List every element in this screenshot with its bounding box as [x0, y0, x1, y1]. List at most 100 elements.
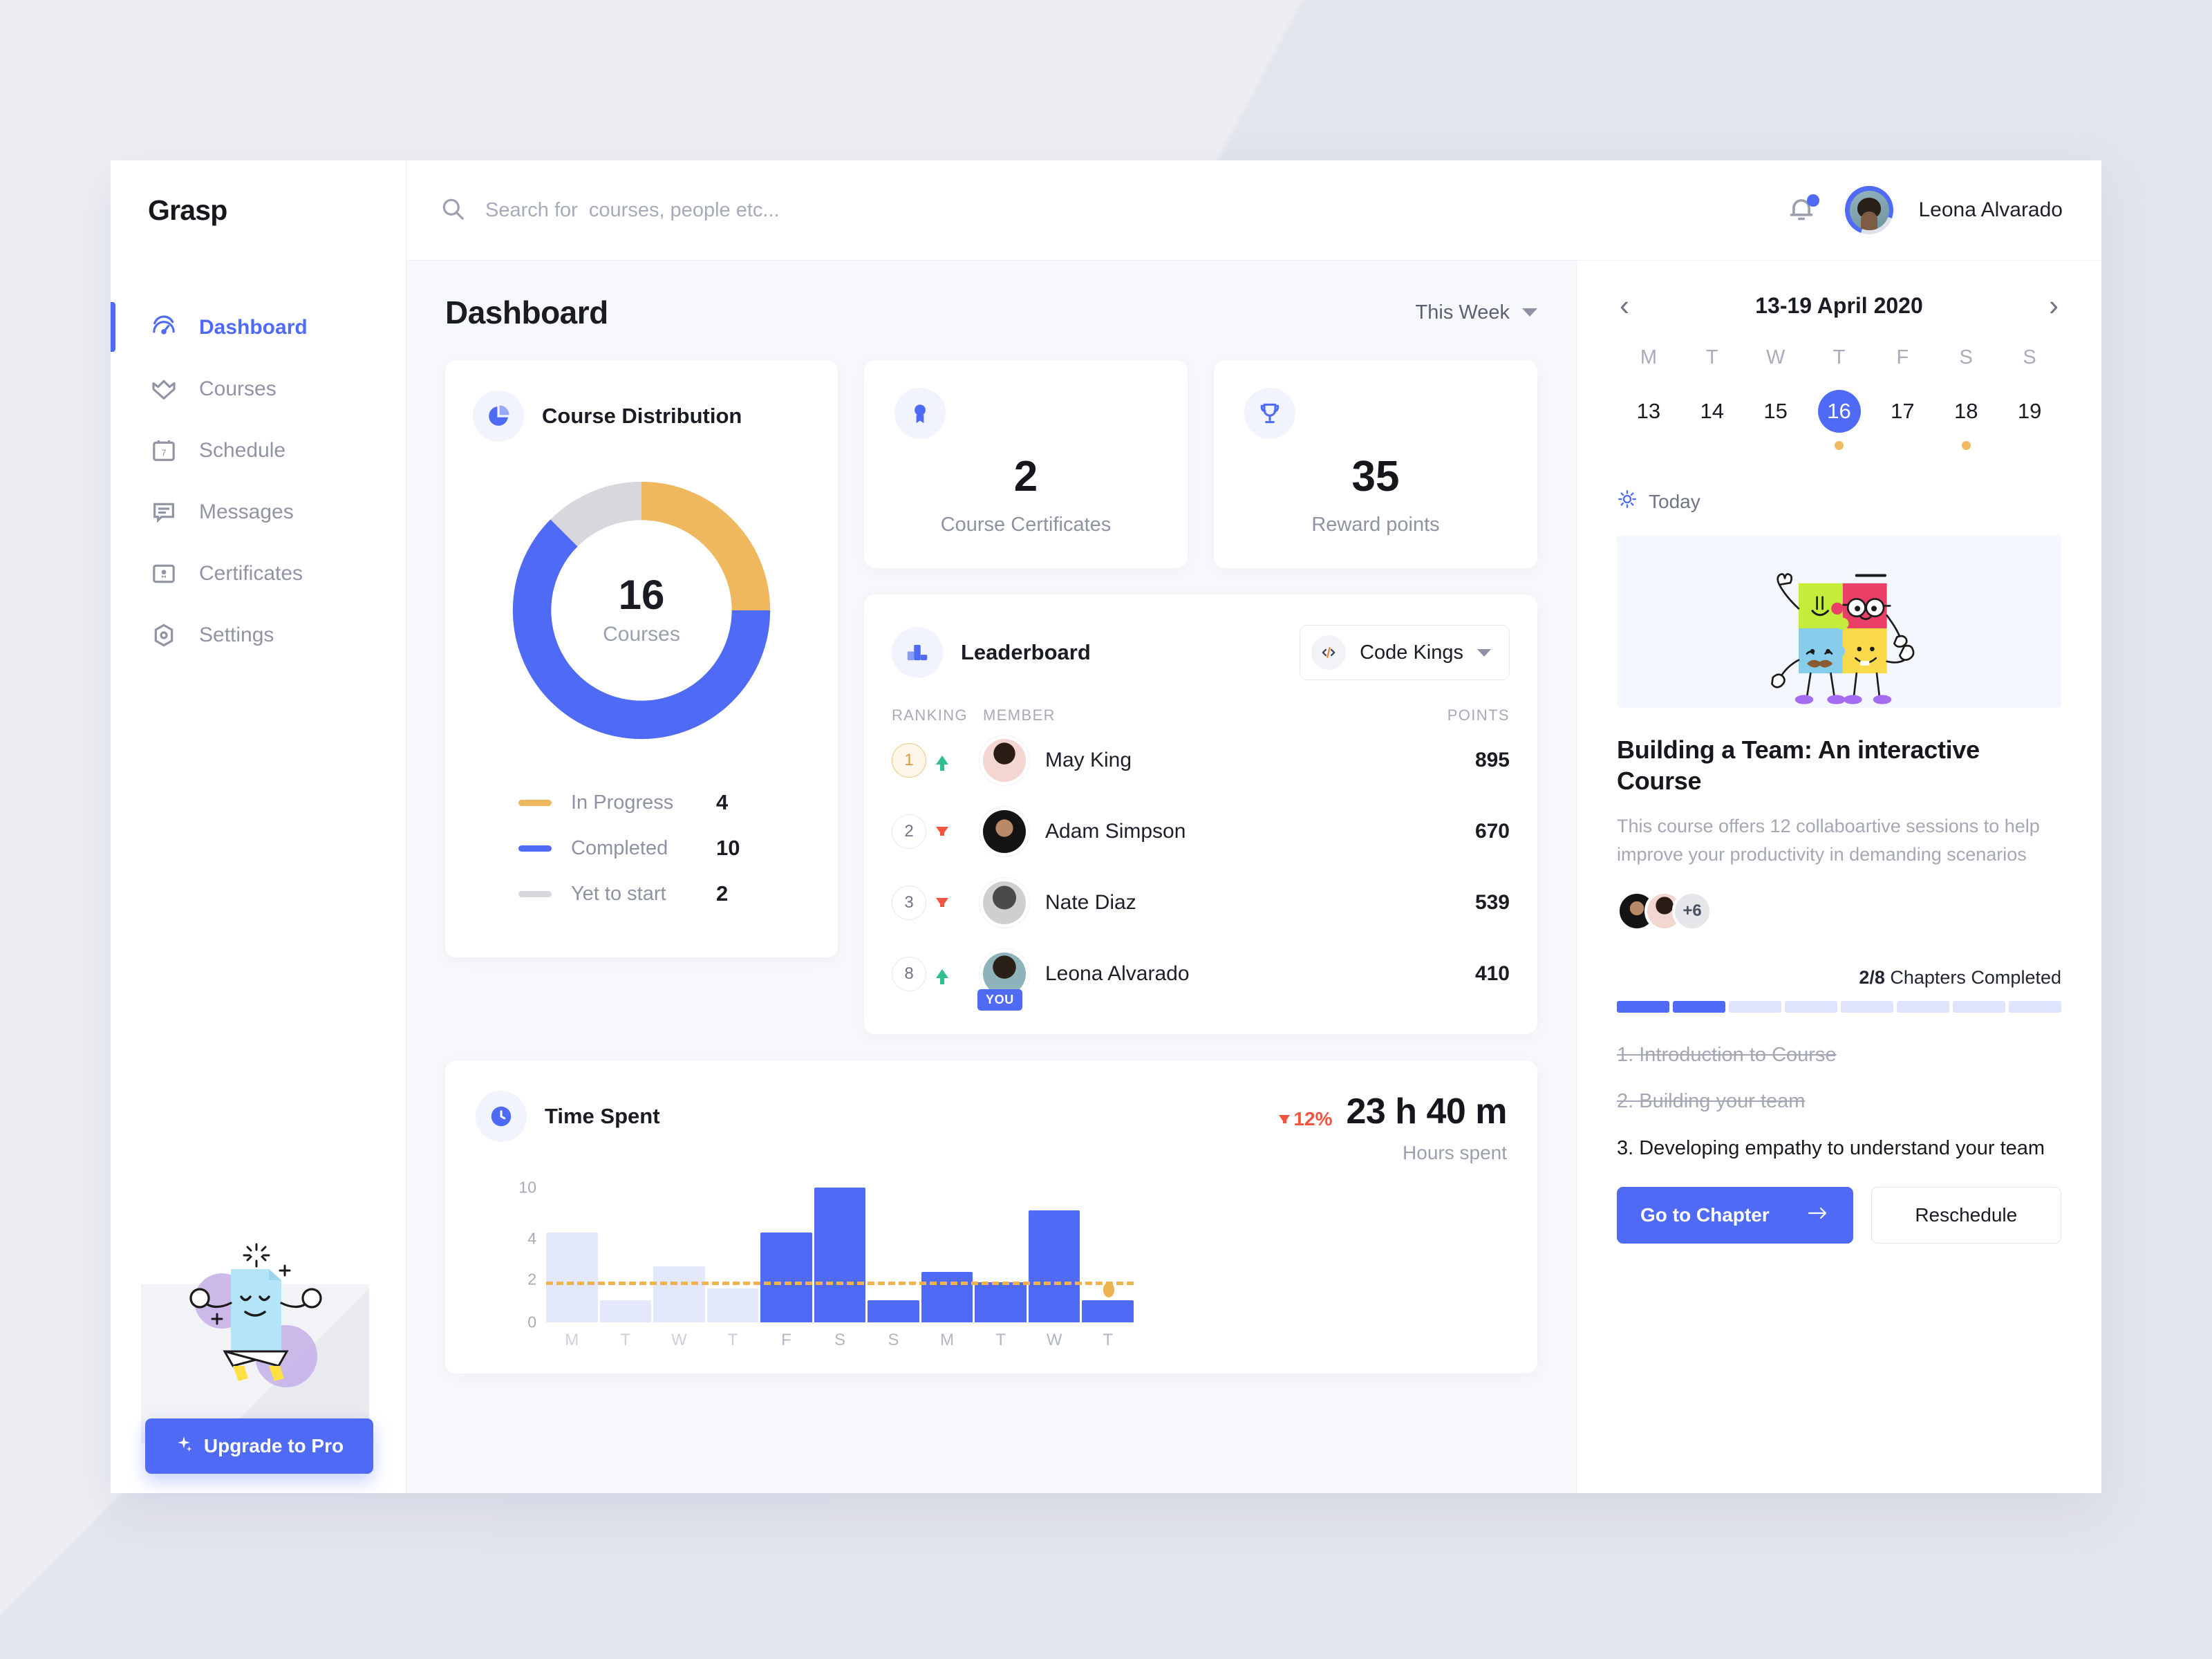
sidebar-item-courses[interactable]: Courses — [111, 358, 406, 420]
sidebar-item-label: Settings — [199, 623, 274, 646]
search-bar[interactable] — [440, 196, 1785, 225]
sidebar-item-label: Schedule — [199, 438, 286, 462]
bar — [546, 1232, 598, 1322]
calendar-weekday: F — [1896, 346, 1909, 368]
pie-chart-icon — [473, 391, 524, 442]
meditating-card-illustration — [189, 1243, 322, 1387]
legend-value: 10 — [716, 836, 740, 860]
calendar-day[interactable]: 16 — [1808, 390, 1871, 450]
rank-cell: 3 — [892, 885, 983, 920]
member-cell: May King — [983, 738, 1406, 782]
progress-segment — [1785, 1000, 1837, 1013]
content-area: Dashboard This Week Course Distribution … — [406, 261, 2101, 1493]
member-cell: Nate Diaz — [983, 881, 1406, 924]
message-icon — [148, 496, 180, 528]
sidebar-item-messages[interactable]: Messages — [111, 481, 406, 543]
calendar-day-number: 13 — [1636, 399, 1661, 423]
rank-cell: 8 — [892, 956, 983, 991]
calendar-header: ‹ 13-19 April 2020 › — [1617, 291, 2061, 320]
sidebar-item-dashboard[interactable]: Dashboard — [111, 297, 406, 358]
board-grid: Course Distribution 16 Courses In Progre… — [445, 360, 1537, 1034]
progress-segment — [1729, 1000, 1781, 1013]
go-to-chapter-button[interactable]: Go to Chapter — [1617, 1187, 1853, 1244]
calendar-day[interactable]: 15 — [1744, 390, 1808, 450]
calendar-day[interactable]: 13 — [1617, 390, 1680, 450]
brand-logo[interactable]: Grasp — [111, 160, 406, 261]
legend-swatch — [518, 845, 552, 852]
list-item[interactable]: 3. Developing empathy to understand your… — [1617, 1135, 2061, 1162]
search-input[interactable] — [485, 198, 1011, 222]
calendar-day[interactable]: 17 — [1871, 390, 1934, 450]
calendar-range: 13-19 April 2020 — [1755, 292, 1923, 318]
calendar-day[interactable]: 19 — [1998, 390, 2061, 450]
calendar-event-dot — [1898, 441, 1907, 450]
delta-badge: 12% — [1279, 1108, 1332, 1130]
today-label: Today — [1649, 490, 1700, 512]
team-puzzle-illustration — [1691, 535, 1987, 708]
avatar: YOU — [977, 952, 1026, 1011]
bar — [599, 1300, 652, 1322]
chapters-completed-label: Chapters Completed — [1884, 966, 2061, 988]
topbar: Leona Alvarado — [406, 160, 2101, 261]
calendar-day[interactable]: 14 — [1680, 390, 1744, 450]
y-tick: 0 — [527, 1313, 536, 1331]
team-selector[interactable]: Code Kings — [1300, 625, 1510, 680]
bar-series — [546, 1188, 1134, 1322]
reschedule-button[interactable]: Reschedule — [1871, 1187, 2061, 1244]
sidebar-item-schedule[interactable]: 7 Schedule — [111, 420, 406, 481]
stat-label: Course Certificates — [940, 514, 1112, 536]
you-badge: YOU — [977, 988, 1022, 1011]
list-item[interactable]: 1. Introduction to Course — [1617, 1042, 2061, 1069]
course-progress-bar — [1617, 1000, 2061, 1013]
x-tick-label: S — [888, 1331, 899, 1349]
calendar-day-number: 16 — [1817, 390, 1861, 433]
notification-bell-icon[interactable] — [1785, 193, 1820, 227]
sun-icon — [1617, 489, 1638, 514]
x-tick-label: S — [834, 1331, 846, 1349]
stat-cards: 2 Course Certificates 35 Reward points — [864, 360, 1537, 568]
calendar-day[interactable]: 18 — [1934, 390, 1998, 450]
donut-total-label: Courses — [603, 623, 680, 646]
calendar-day-number: 19 — [2017, 399, 2042, 423]
card-header: Time Spent — [476, 1091, 660, 1142]
range-selector[interactable]: This Week — [1416, 301, 1537, 324]
avatar[interactable] — [1845, 186, 1894, 234]
course-actions: Go to Chapter Reschedule — [1617, 1187, 2061, 1244]
x-tick-label: T — [620, 1331, 631, 1349]
calendar-day-number: 18 — [1953, 399, 1978, 423]
trophy-icon — [1244, 388, 1295, 439]
courses-icon — [148, 373, 180, 405]
legend-label: Yet to start — [571, 882, 666, 905]
bar — [1082, 1300, 1134, 1322]
calendar-weekday-row: MTWTFSS — [1617, 346, 2061, 369]
time-spent-summary: 12% 23 h 40 m Hours spent — [1279, 1091, 1507, 1164]
leaderboard-card: Leaderboard Code Kings RANKING MEMBER PO… — [864, 594, 1537, 1034]
distribution-legend: In Progress 4 Completed 10 Yet to start … — [518, 790, 810, 906]
table-row[interactable]: 3 Nate Diaz 539 — [892, 867, 1510, 938]
chevron-right-icon[interactable]: › — [2046, 291, 2061, 320]
chevron-down-icon — [1477, 648, 1491, 657]
legend-item: Yet to start 2 — [518, 881, 810, 906]
sidebar-item-settings[interactable]: Settings — [111, 604, 406, 666]
table-row[interactable]: 1 May King 895 — [892, 724, 1510, 796]
calendar-weekday: S — [2023, 346, 2036, 368]
table-row[interactable]: 2 Adam Simpson 670 — [892, 796, 1510, 867]
list-item[interactable]: 2. Building your team — [1617, 1088, 2061, 1115]
today-indicator: Today — [1617, 489, 2061, 514]
donut-chart: 16 Courses — [473, 474, 810, 747]
legend-item: In Progress 4 — [518, 790, 810, 815]
table-row[interactable]: 8 YOU Leona Alvarado 410 — [892, 938, 1510, 1011]
x-tick-label: M — [565, 1331, 579, 1349]
upgrade-to-pro-button[interactable]: Upgrade to Pro — [145, 1418, 373, 1474]
right-panel: ‹ 13-19 April 2020 › MTWTFSS 13 14 15 16 17 1… — [1576, 261, 2101, 1493]
course-participants[interactable]: +6 — [1617, 890, 2061, 931]
sparkle-icon — [175, 1435, 193, 1458]
avatar — [983, 881, 1026, 924]
leaderboard-header: Leaderboard Code Kings — [892, 625, 1510, 680]
page-title: Dashboard — [445, 294, 608, 330]
chevron-left-icon[interactable]: ‹ — [1617, 291, 1632, 320]
dashboard-icon — [148, 312, 180, 344]
progress-segment — [1953, 1000, 2005, 1013]
member-name: May King — [1045, 748, 1132, 771]
sidebar-item-certificates[interactable]: Certificates — [111, 543, 406, 604]
